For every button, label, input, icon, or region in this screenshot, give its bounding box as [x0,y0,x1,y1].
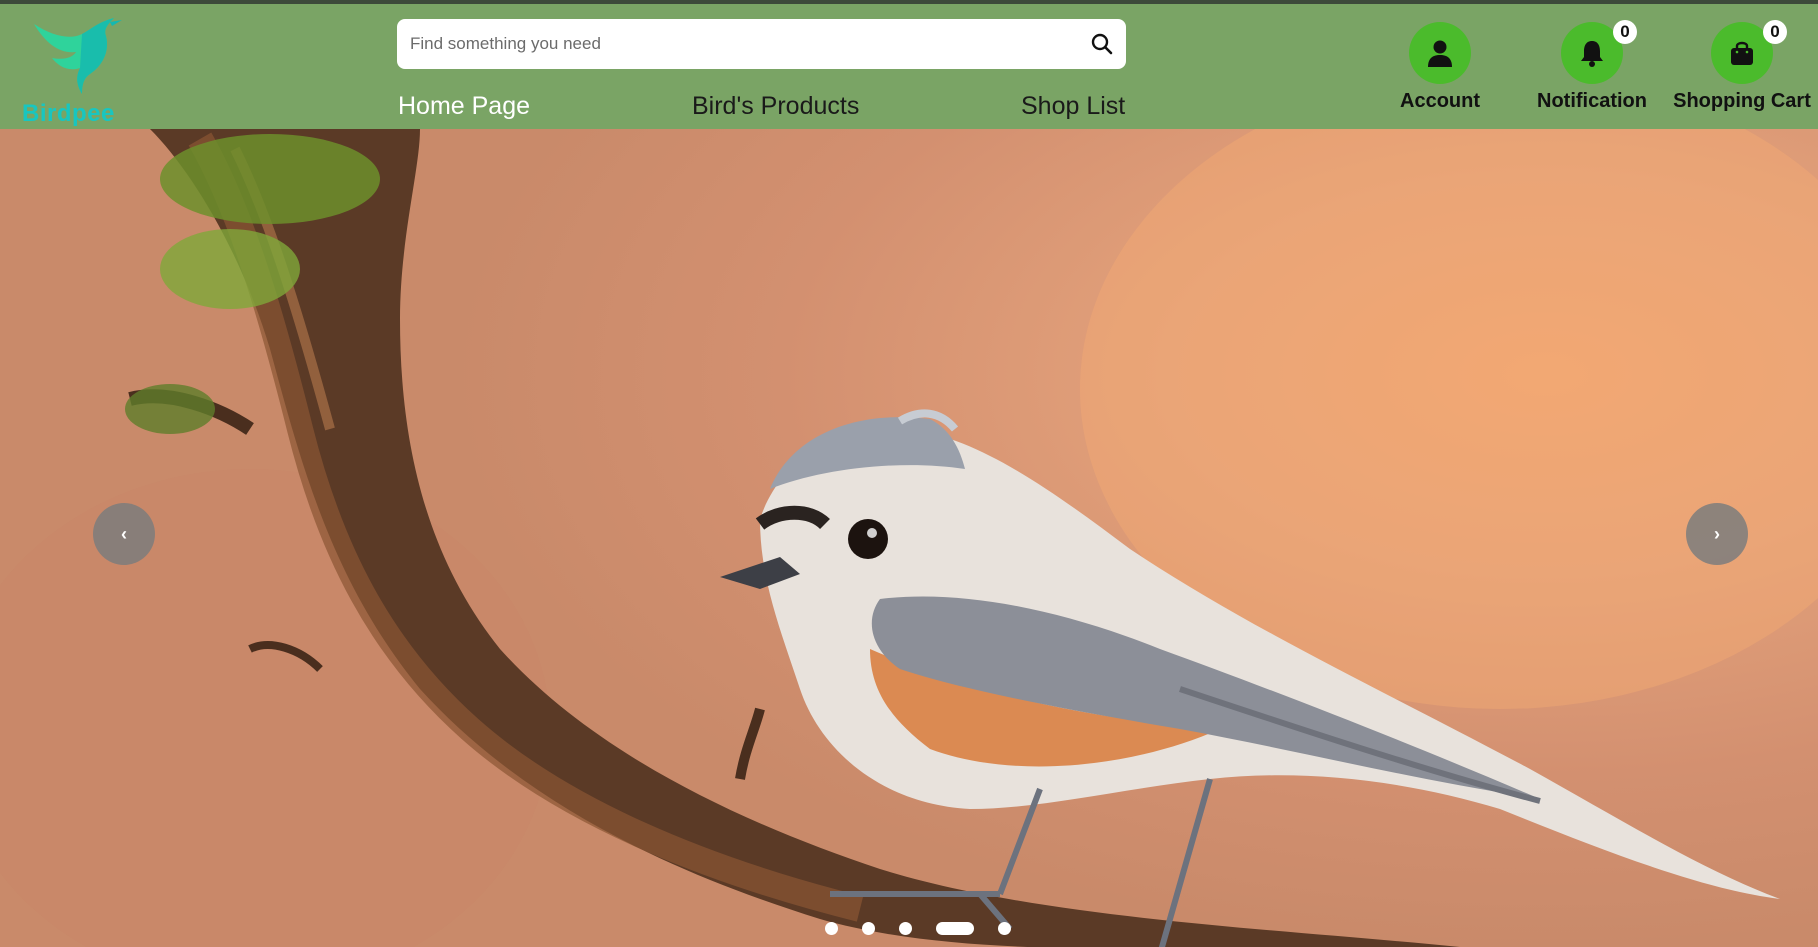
nav-shop-list[interactable]: Shop List [1021,92,1125,121]
carousel-next-button[interactable]: › [1686,503,1748,565]
brand-logo[interactable]: Birdpee [18,12,128,127]
notification-circle: 0 [1561,20,1637,84]
carousel-indicators [825,921,1035,935]
shopping-bag-icon [1731,41,1753,65]
brand-name: Birdpee [22,100,115,127]
cart-count-badge: 0 [1763,20,1787,44]
chevron-left-icon: ‹ [121,523,127,544]
search-bar [397,19,1126,69]
hummingbird-logo-icon [34,18,122,94]
bell-icon [1581,41,1603,67]
user-icon [1428,40,1452,67]
hero-carousel: ‹ › [0,129,1818,947]
chevron-right-icon: › [1714,523,1720,544]
account-label: Account [1400,90,1480,112]
nav-home-page[interactable]: Home Page [398,92,530,121]
search-button[interactable] [1090,32,1114,56]
cart-circle: 0 [1711,20,1787,84]
carousel-prev-button[interactable]: ‹ [93,503,155,565]
carousel-dot-4[interactable] [936,921,974,935]
cart-label: Shopping Cart [1673,90,1811,112]
account-circle [1409,22,1471,84]
search-icon [1091,33,1113,55]
carousel-dot-3[interactable] [899,921,912,935]
account-button[interactable]: Account [1390,22,1490,113]
carousel-dot-5[interactable] [998,921,1011,935]
notification-button[interactable]: 0 Notification [1530,20,1654,113]
carousel-dot-1[interactable] [825,921,838,935]
carousel-dot-2[interactable] [862,921,875,935]
notification-count-badge: 0 [1613,20,1637,44]
nav-birds-products[interactable]: Bird's Products [692,92,859,121]
carousel-slide-image [0,129,1818,947]
search-input[interactable] [397,20,1057,68]
shopping-cart-button[interactable]: 0 Shopping Cart [1672,20,1812,113]
notification-label: Notification [1537,90,1647,112]
site-header: Birdpee Home Page Bird's Products Shop L… [0,4,1818,129]
